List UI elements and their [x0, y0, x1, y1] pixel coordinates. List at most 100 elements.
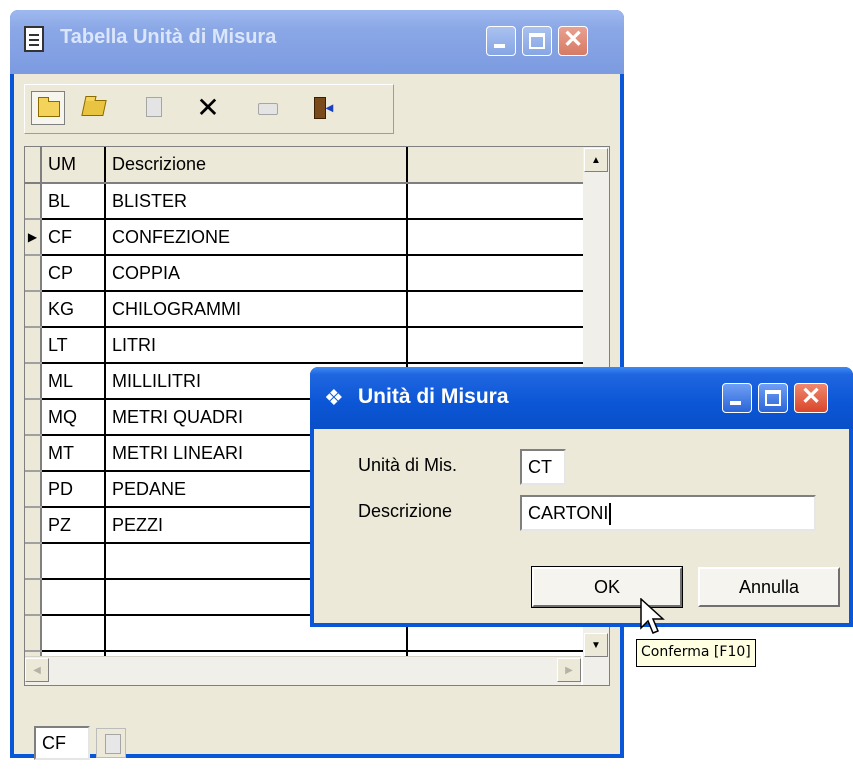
- current-code-field[interactable]: CF: [34, 726, 90, 760]
- minimize-icon: [494, 44, 505, 48]
- exit-door-icon: [314, 97, 326, 119]
- dialog-app-icon: ❖: [324, 385, 344, 410]
- unit-dialog: ❖ Unità di Misura ✕ Unità di Mis. CT Des…: [310, 367, 853, 627]
- exit-arrow-icon: ◂: [326, 99, 334, 115]
- close-icon: ✕: [562, 26, 584, 53]
- scroll-down-icon: ▼: [591, 640, 601, 651]
- minimize-button[interactable]: [486, 26, 516, 56]
- row-indicator[interactable]: [25, 507, 42, 544]
- description-label: Descrizione: [358, 501, 453, 521]
- folder-icon: [38, 97, 60, 117]
- table-row[interactable]: CP COPPIA: [25, 255, 591, 292]
- delete-x-icon: ✕: [196, 92, 220, 123]
- description-cell[interactable]: BLISTER: [105, 183, 408, 220]
- row-indicator[interactable]: [25, 543, 42, 580]
- um-cell[interactable]: [41, 543, 106, 580]
- scroll-down-button[interactable]: ▼: [584, 633, 608, 657]
- description-value: CARTONI: [528, 503, 609, 523]
- dialog-title-bar[interactable]: ❖ Unità di Misura ✕: [310, 367, 853, 429]
- dialog-close-button[interactable]: ✕: [794, 383, 828, 413]
- minimize-icon: [730, 401, 741, 405]
- description-cell[interactable]: CHILOGRAMMI: [105, 291, 408, 328]
- scroll-right-button[interactable]: ▶: [557, 658, 581, 682]
- properties-button[interactable]: [96, 728, 126, 758]
- description-cell[interactable]: LITRI: [105, 327, 408, 364]
- new-button[interactable]: [31, 91, 65, 125]
- open-folder-icon: [81, 100, 107, 116]
- blank-cell[interactable]: [407, 291, 591, 328]
- row-indicator[interactable]: [25, 291, 42, 328]
- ok-tooltip: Conferma [F10]: [636, 639, 756, 667]
- row-indicator[interactable]: [25, 471, 42, 508]
- mouse-pointer-icon: [640, 598, 665, 634]
- scroll-up-icon: ▲: [591, 155, 601, 166]
- um-cell[interactable]: CP: [41, 255, 106, 292]
- toolbar: ✕ ◂: [24, 84, 394, 134]
- current-row-indicator[interactable]: ▶: [25, 219, 42, 256]
- um-cell[interactable]: MT: [41, 435, 106, 472]
- blank-cell[interactable]: [407, 219, 591, 256]
- dialog-client-area: Unità di Mis. CT Descrizione CARTONI OK …: [314, 429, 849, 623]
- dialog-title: Unità di Misura: [358, 385, 509, 408]
- app-icon: [24, 26, 44, 52]
- row-indicator[interactable]: [25, 183, 42, 220]
- um-cell[interactable]: MQ: [41, 399, 106, 436]
- scroll-up-button[interactable]: ▲: [584, 148, 608, 172]
- scroll-left-button[interactable]: ◀: [25, 658, 49, 682]
- maximize-icon: [765, 390, 781, 406]
- table-row[interactable]: KG CHILOGRAMMI: [25, 291, 591, 328]
- maximize-icon: [529, 33, 545, 49]
- maximize-button[interactable]: [522, 26, 552, 56]
- unit-field[interactable]: CT: [520, 449, 566, 485]
- exit-button[interactable]: ◂: [307, 91, 341, 125]
- horizontal-scrollbar[interactable]: ◀ ▶: [25, 656, 581, 685]
- print-button[interactable]: [251, 91, 285, 125]
- preview-button[interactable]: [137, 91, 171, 125]
- um-cell[interactable]: [41, 579, 106, 616]
- column-header-descrizione[interactable]: Descrizione: [105, 147, 408, 184]
- blank-cell[interactable]: [407, 183, 591, 220]
- scroll-left-icon: ◀: [33, 665, 41, 676]
- dialog-minimize-button[interactable]: [722, 383, 752, 413]
- row-indicator[interactable]: [25, 399, 42, 436]
- um-cell[interactable]: BL: [41, 183, 106, 220]
- header-indicator: [25, 147, 42, 184]
- um-cell[interactable]: CF: [41, 219, 106, 256]
- unit-label: Unità di Mis.: [358, 455, 458, 475]
- scroll-right-icon: ▶: [565, 665, 573, 676]
- row-indicator[interactable]: [25, 579, 42, 616]
- um-cell[interactable]: ML: [41, 363, 106, 400]
- table-row[interactable]: BL BLISTER: [25, 183, 591, 220]
- column-header-um[interactable]: UM: [41, 147, 106, 184]
- um-cell[interactable]: LT: [41, 327, 106, 364]
- properties-icon: [105, 734, 121, 754]
- table-row[interactable]: LT LITRI: [25, 327, 591, 364]
- um-cell[interactable]: PD: [41, 471, 106, 508]
- blank-cell[interactable]: [407, 255, 591, 292]
- cancel-button[interactable]: Annulla: [698, 567, 840, 607]
- close-icon: ✕: [800, 383, 822, 410]
- um-cell[interactable]: [41, 615, 106, 652]
- um-cell[interactable]: KG: [41, 291, 106, 328]
- row-indicator[interactable]: [25, 615, 42, 652]
- preview-icon: [146, 97, 162, 117]
- close-button[interactable]: ✕: [558, 26, 588, 56]
- window-title: Tabella Unità di Misura: [60, 26, 277, 48]
- blank-cell[interactable]: [407, 327, 591, 364]
- column-header-blank[interactable]: [407, 147, 591, 184]
- row-indicator[interactable]: [25, 435, 42, 472]
- description-field[interactable]: CARTONI: [520, 495, 816, 531]
- open-button[interactable]: [77, 91, 111, 125]
- printer-icon: [258, 103, 278, 115]
- dialog-maximize-button[interactable]: [758, 383, 788, 413]
- delete-button[interactable]: ✕: [191, 91, 225, 125]
- row-indicator[interactable]: [25, 363, 42, 400]
- text-caret: [609, 503, 612, 526]
- table-row[interactable]: ▶ CF CONFEZIONE: [25, 219, 591, 256]
- row-indicator[interactable]: [25, 327, 42, 364]
- main-title-bar[interactable]: Tabella Unità di Misura ✕: [10, 10, 624, 74]
- description-cell[interactable]: CONFEZIONE: [105, 219, 408, 256]
- description-cell[interactable]: COPPIA: [105, 255, 408, 292]
- um-cell[interactable]: PZ: [41, 507, 106, 544]
- row-indicator[interactable]: [25, 255, 42, 292]
